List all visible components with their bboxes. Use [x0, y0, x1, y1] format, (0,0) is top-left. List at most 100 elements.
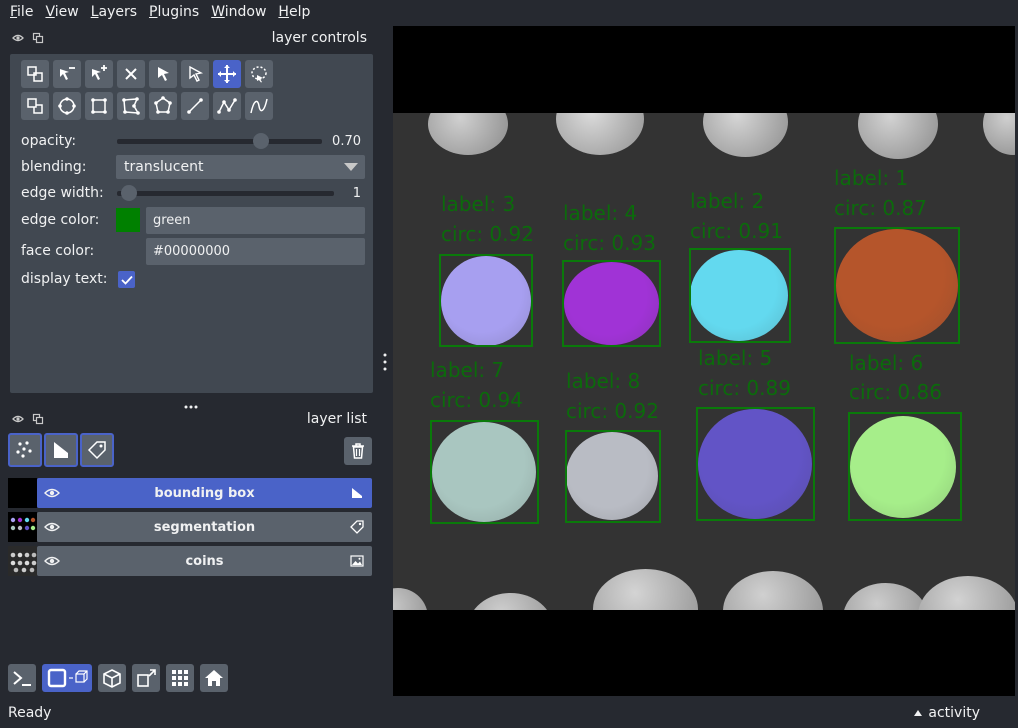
- layer-list-header: layer list: [10, 408, 367, 430]
- opacity-slider-handle[interactable]: [252, 133, 269, 149]
- menu-help[interactable]: Help: [272, 4, 316, 20]
- opacity-slider-track[interactable]: [117, 139, 322, 144]
- bbox-text-label: label: 5: [698, 346, 773, 370]
- menu-file[interactable]: File: [4, 4, 39, 20]
- console-icon: [13, 671, 31, 686]
- line-icon[interactable]: [181, 92, 209, 120]
- layer-controls-panel: opacity: 0.70 blending: translucent edge…: [10, 54, 373, 393]
- bbox-text-label: label: 8: [566, 369, 641, 393]
- menu-plugins[interactable]: Plugins: [143, 4, 205, 20]
- new-shapes-layer-button[interactable]: [44, 433, 78, 467]
- delete-layer-button[interactable]: [344, 437, 372, 465]
- edge-color-swatch[interactable]: [116, 208, 140, 232]
- add-vertex-icon[interactable]: [85, 60, 113, 88]
- menu-view[interactable]: View: [39, 4, 84, 20]
- viewer-canvas[interactable]: label: 3 circ: 0.92 label: 4 circ: 0.93 …: [393, 26, 1015, 696]
- bbox-text-circ: circ: 0.94: [430, 388, 523, 412]
- edge-width-value: 1: [352, 186, 361, 201]
- remove-vertex-icon[interactable]: [53, 60, 81, 88]
- path-icon[interactable]: [213, 92, 241, 120]
- menu-layers[interactable]: Layers: [85, 4, 143, 20]
- bbox-text-circ: circ: 0.93: [563, 231, 656, 255]
- grid-view-button[interactable]: [166, 664, 194, 692]
- bounding-box[interactable]: [689, 248, 791, 343]
- napari-window: File View Layers Plugins Window Help lay…: [0, 0, 1018, 728]
- console-button[interactable]: [8, 664, 36, 692]
- bbox-text-label: label: 1: [834, 166, 909, 190]
- bbox-text-circ: circ: 0.92: [566, 399, 659, 423]
- polygon-icon[interactable]: [117, 92, 145, 120]
- transpose-button[interactable]: [132, 664, 160, 692]
- rectangle-icon[interactable]: [85, 92, 113, 120]
- trash-icon: [352, 443, 364, 459]
- direct-select-icon[interactable]: [181, 60, 209, 88]
- roll-dimensions-button[interactable]: [98, 664, 126, 692]
- coin: [556, 113, 644, 155]
- home-button[interactable]: [200, 664, 228, 692]
- freehand-path-icon[interactable]: [245, 92, 273, 120]
- edge-color-field[interactable]: green: [146, 207, 365, 234]
- bounding-box[interactable]: [562, 260, 661, 347]
- coin: [703, 113, 788, 157]
- move-back-icon[interactable]: [21, 92, 49, 120]
- shapes-icon: [54, 442, 68, 458]
- ellipse-icon[interactable]: [53, 92, 81, 120]
- face-color-label: face color:: [21, 243, 95, 259]
- menu-window[interactable]: Window: [205, 4, 272, 20]
- lasso-select-icon[interactable]: [245, 60, 273, 88]
- coin: [393, 588, 428, 610]
- bounding-box[interactable]: [430, 420, 539, 524]
- cube-icon: [103, 669, 121, 688]
- eye-icon[interactable]: [41, 512, 63, 542]
- bbox-text-label: label: 6: [849, 351, 924, 375]
- new-points-layer-button[interactable]: [8, 433, 42, 467]
- bbox-text-circ: circ: 0.86: [849, 380, 942, 404]
- eye-icon[interactable]: [41, 546, 63, 576]
- label-tag-icon: [350, 520, 364, 534]
- blending-select[interactable]: translucent: [116, 155, 365, 179]
- bounding-box[interactable]: [565, 430, 661, 523]
- activity-label: activity: [928, 705, 980, 721]
- face-color-field[interactable]: #00000000: [146, 238, 365, 265]
- bbox-text-label: label: 2: [690, 189, 765, 213]
- coin: [428, 113, 508, 155]
- home-icon: [205, 670, 223, 686]
- bounding-box[interactable]: [848, 412, 962, 521]
- bounding-box[interactable]: [696, 407, 815, 521]
- layer-list-title: layer list: [306, 411, 367, 427]
- polygon-lasso-icon[interactable]: [149, 92, 177, 120]
- coin: [593, 569, 698, 610]
- select-icon[interactable]: [149, 60, 177, 88]
- shapes-icon: [352, 488, 362, 498]
- display-text-checkbox[interactable]: [118, 271, 135, 288]
- activity-button[interactable]: activity: [914, 705, 980, 721]
- face-color-swatch[interactable]: [116, 239, 140, 263]
- dock-float-icon[interactable]: [30, 411, 46, 427]
- dock-close-icon[interactable]: [10, 411, 26, 427]
- checkmark-icon: [120, 275, 133, 285]
- layer-name: coins: [185, 553, 224, 569]
- delete-shape-icon[interactable]: [117, 60, 145, 88]
- bounding-box[interactable]: [439, 254, 533, 347]
- edge-width-slider-handle[interactable]: [121, 185, 137, 201]
- layer-row-segmentation[interactable]: segmentation: [8, 512, 372, 542]
- opacity-value: 0.70: [332, 134, 361, 149]
- dock-splitter-handle[interactable]: [382, 352, 388, 372]
- edge-width-slider-track[interactable]: [117, 191, 334, 196]
- blending-label: blending:: [21, 159, 87, 175]
- new-labels-layer-button[interactable]: [80, 433, 114, 467]
- dock-float-icon[interactable]: [30, 30, 46, 46]
- layer-row-coins[interactable]: coins: [8, 546, 372, 576]
- transform-icon[interactable]: [21, 60, 49, 88]
- layer-row-bounding-box[interactable]: bounding box: [8, 478, 372, 508]
- ndisplay-toggle-button[interactable]: [42, 664, 92, 692]
- 2d-3d-icon: [47, 668, 88, 688]
- eye-icon[interactable]: [41, 478, 63, 508]
- pan-zoom-icon[interactable]: [213, 60, 241, 88]
- edge-color-label: edge color:: [21, 212, 100, 228]
- bbox-text-circ: circ: 0.91: [690, 219, 783, 243]
- dock-close-icon[interactable]: [10, 30, 26, 46]
- bbox-text-label: label: 4: [563, 201, 638, 225]
- bounding-box[interactable]: [834, 227, 960, 344]
- bbox-text-label: label: 7: [430, 358, 505, 382]
